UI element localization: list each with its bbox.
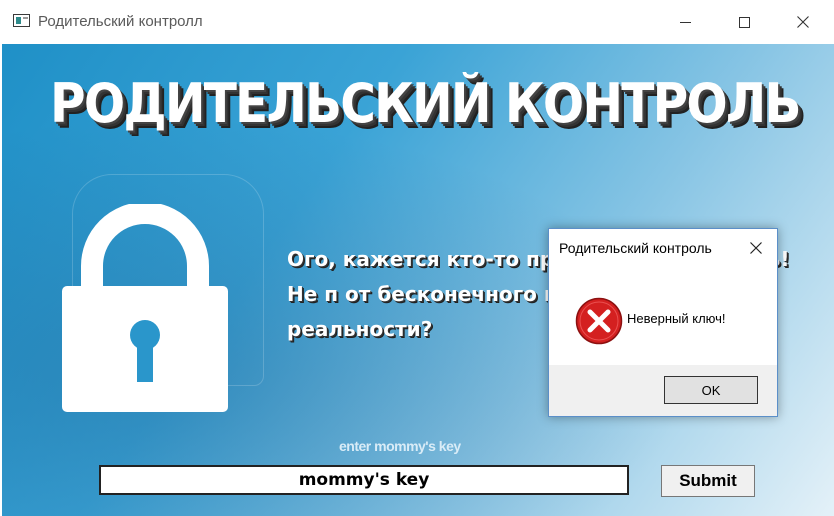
error-icon bbox=[575, 297, 623, 345]
minimize-icon bbox=[679, 21, 691, 23]
app-window: Родительский контролл РОДИТЕЛЬСКИЙ КОНТР… bbox=[0, 0, 834, 516]
dialog-body: Неверный ключ! bbox=[549, 269, 777, 365]
close-icon bbox=[797, 16, 809, 28]
submit-button[interactable]: Submit bbox=[661, 465, 755, 497]
ok-button[interactable]: OK bbox=[664, 376, 758, 404]
key-label: enter mommy's key bbox=[339, 438, 461, 454]
window-title: Родительский контролл bbox=[38, 13, 203, 30]
close-button[interactable] bbox=[773, 0, 833, 44]
minimize-button[interactable] bbox=[655, 0, 715, 44]
error-dialog: Родительский контроль Неверный ключ! OK bbox=[548, 228, 778, 417]
dialog-title: Родительский контроль bbox=[559, 240, 712, 256]
maximize-icon bbox=[738, 16, 750, 28]
close-icon bbox=[750, 242, 762, 254]
dialog-message: Неверный ключ! bbox=[627, 311, 726, 326]
app-window-icon bbox=[13, 14, 30, 27]
maximize-button[interactable] bbox=[714, 0, 774, 44]
dialog-footer: OK bbox=[549, 365, 777, 416]
title-bar[interactable]: Родительский контролл bbox=[0, 0, 834, 44]
key-input[interactable] bbox=[99, 465, 629, 495]
padlock-icon bbox=[62, 204, 228, 412]
dialog-close-button[interactable] bbox=[741, 235, 771, 261]
headline: РОДИТЕЛЬСКИЙ КОНТРОЛЬ bbox=[50, 72, 802, 135]
